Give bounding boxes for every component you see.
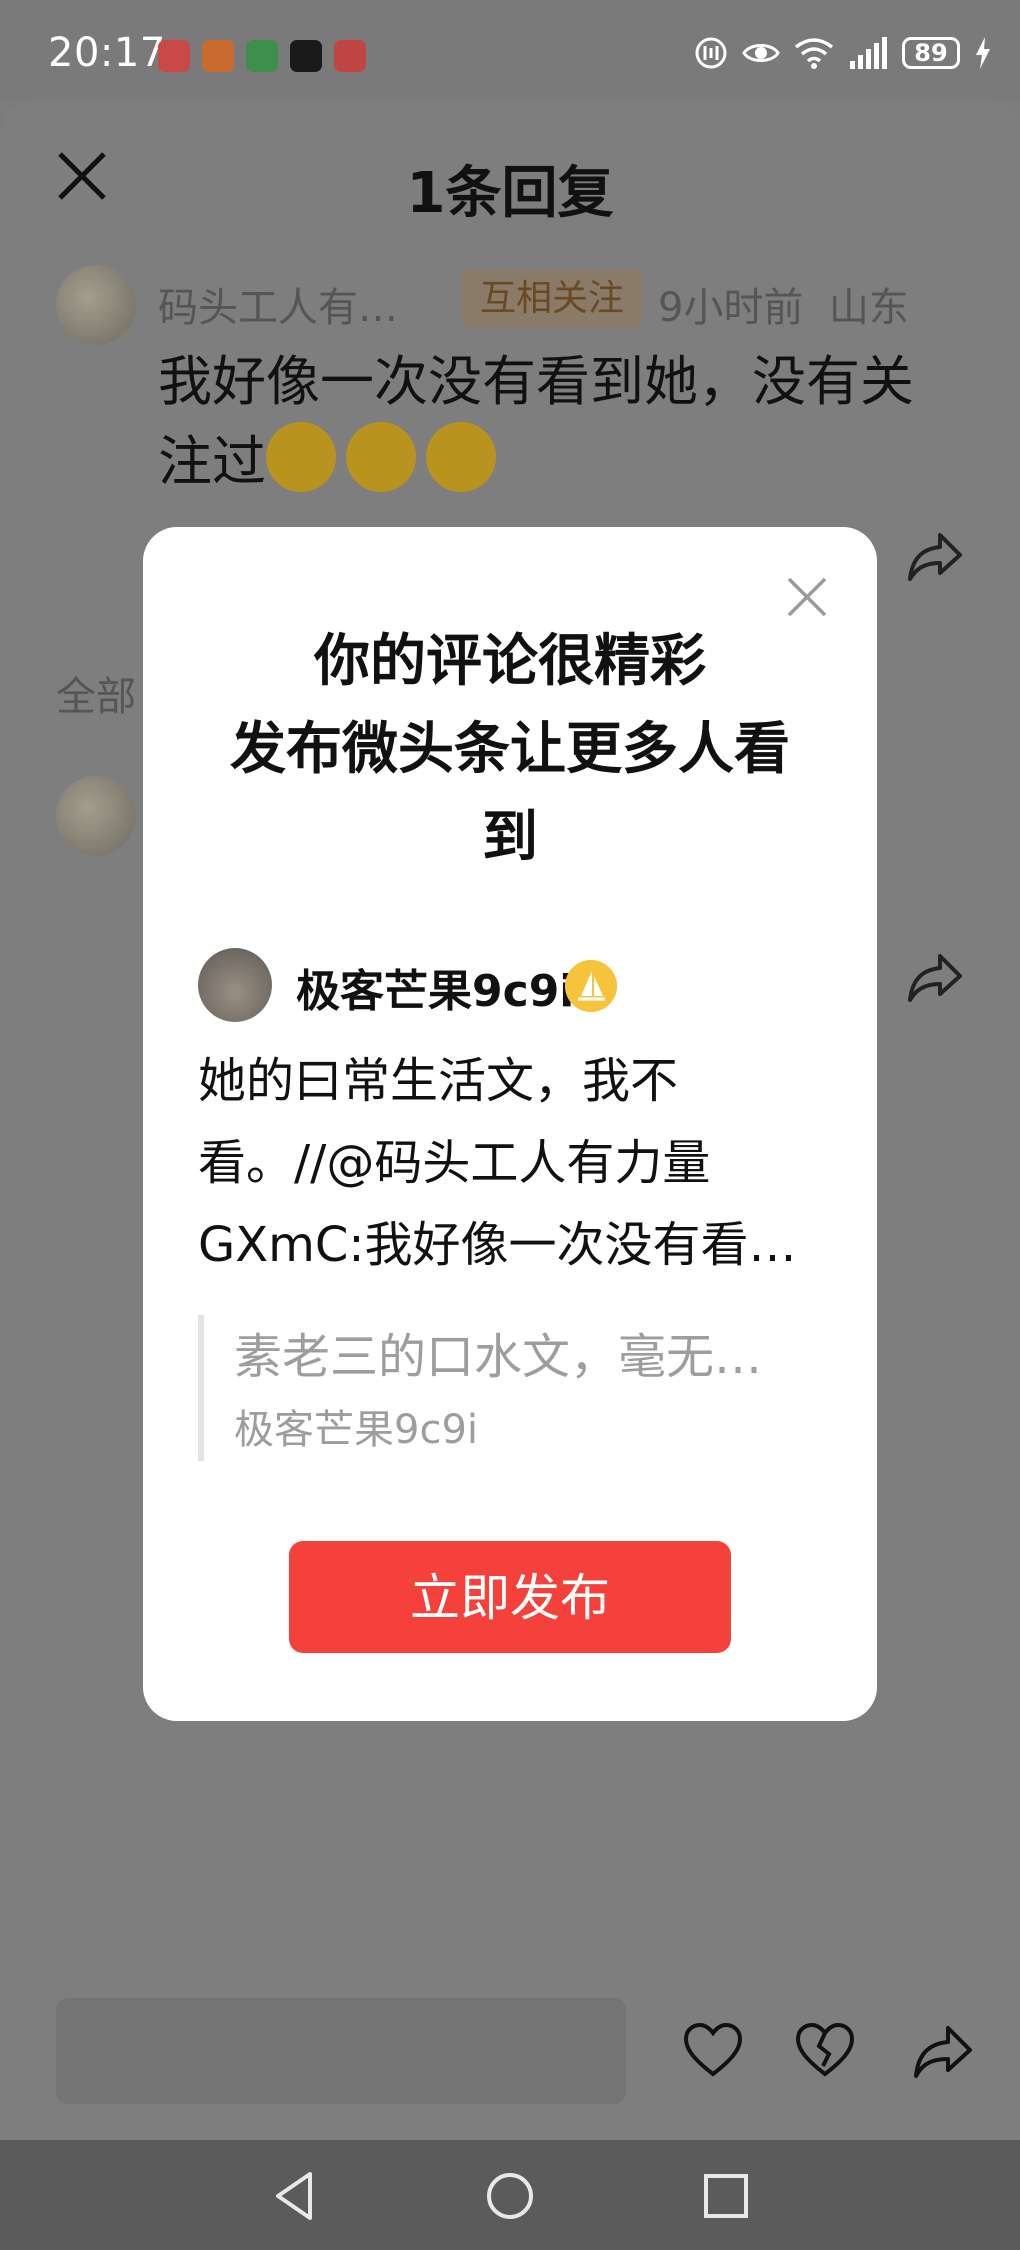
- status-indicators: 89: [694, 36, 992, 70]
- post-body-line: GXmC:我好像一次没有看…: [198, 1217, 797, 1273]
- avatar[interactable]: [56, 265, 136, 345]
- close-icon[interactable]: [786, 576, 828, 618]
- share-icon[interactable]: [906, 948, 964, 1006]
- quoted-post: 素老三的口水文，毫无… 极客芒果9c9i: [198, 1315, 834, 1461]
- quote-text: 素老三的口水文，毫无…: [234, 1329, 763, 1385]
- sail-badge-icon: [565, 960, 617, 1012]
- heart-icon[interactable]: [682, 2020, 744, 2082]
- app-red-icon: [334, 40, 366, 72]
- mutual-follow-badge: 互相关注: [462, 270, 643, 328]
- post-body: 她的曰常生活文，我不 看。//@码头工人有力量 GXmC:我好像一次没有看…: [198, 1040, 838, 1286]
- post-body-line: 看。//@码头工人有力量: [198, 1135, 711, 1191]
- app-orange-icon: [202, 40, 234, 72]
- grin-emoji-icon: [346, 422, 416, 492]
- dialog-title-line: 发布微头条让更多人看: [230, 717, 790, 782]
- reply-input[interactable]: [56, 1998, 626, 2104]
- comment-text: 我好像一次没有看到她，没有关注过: [158, 342, 938, 502]
- signal-icon: [850, 37, 887, 69]
- all-replies-label: 全部: [56, 674, 136, 720]
- share-icon[interactable]: [912, 2020, 974, 2082]
- quote-author: 极客芒果9c9i: [234, 1407, 479, 1453]
- huawei-store-icon: [158, 40, 190, 72]
- wifi-icon: [794, 38, 834, 69]
- status-bar: 20:17 89: [0, 0, 1020, 100]
- broken-heart-icon[interactable]: [794, 2020, 856, 2082]
- sheet-title: 1条回复: [406, 161, 614, 226]
- recents-nav-icon[interactable]: [698, 2168, 754, 2224]
- comment-author[interactable]: 码头工人有…: [158, 275, 398, 333]
- wechat-icon: [246, 40, 278, 72]
- nfc-icon: [695, 37, 727, 69]
- back-nav-icon[interactable]: [268, 2168, 324, 2224]
- notification-app-icons: [158, 40, 366, 72]
- charging-icon: [976, 37, 990, 69]
- dialog-title-line: 到: [482, 805, 538, 870]
- comment-time: 9小时前: [658, 285, 804, 331]
- publish-button[interactable]: 立即发布: [289, 1541, 731, 1653]
- eye-icon: [742, 44, 780, 62]
- dialog-title: 你的评论很精彩 发布微头条让更多人看 到: [143, 618, 877, 882]
- share-icon[interactable]: [906, 527, 964, 585]
- battery-indicator: 89: [902, 37, 960, 69]
- comment-meta: 9小时前 山东: [658, 275, 909, 333]
- grin-emoji-icon: [426, 422, 496, 492]
- post-body-line: 她的曰常生活文，我不: [198, 1053, 679, 1109]
- avatar[interactable]: [56, 776, 136, 856]
- smirk-emoji-icon: [266, 422, 336, 492]
- status-time: 20:17: [48, 30, 166, 76]
- tiktok-icon: [290, 40, 322, 72]
- comment-location: 山东: [828, 285, 909, 331]
- dialog-title-line: 你的评论很精彩: [314, 629, 706, 694]
- home-nav-icon[interactable]: [482, 2168, 538, 2224]
- post-author: 极客芒果9c9i: [296, 966, 575, 1017]
- avatar: [198, 948, 272, 1022]
